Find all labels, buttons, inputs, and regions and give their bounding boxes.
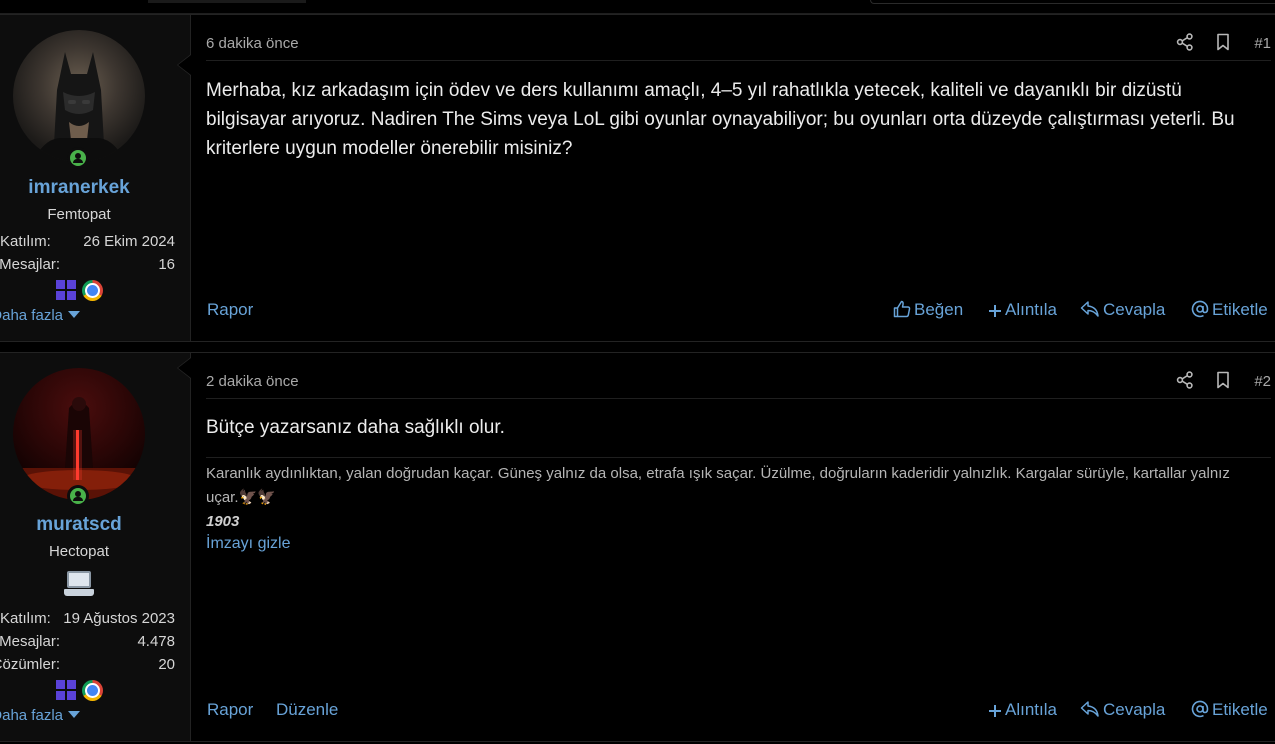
user-title: Hectopat [48, 543, 110, 560]
reply-label: Cevapla [1103, 700, 1166, 719]
stat-value: 20 [158, 656, 175, 673]
windows-icon [56, 680, 76, 700]
hide-signature-link[interactable]: İmzayı gizle [206, 535, 290, 553]
quote-label: Alıntıla [1005, 700, 1057, 719]
stat-value: 19 Ağustos 2023 [63, 610, 175, 627]
windows-icon [56, 280, 76, 300]
avatar-image [33, 52, 125, 162]
post-message: Bütçe yazarsanız daha sağlıklı olur. [206, 417, 505, 438]
share-icon[interactable] [1176, 33, 1194, 51]
top-tab-edge [148, 0, 306, 3]
reply-button[interactable]: Cevapla [1080, 300, 1165, 320]
post-date[interactable]: 2 dakika önce [206, 373, 299, 390]
user-title: Femtopat [47, 206, 111, 223]
post-1: imranerkek Femtopat Katılım: 26 Ekim 202… [0, 14, 1275, 342]
more-toggle[interactable]: Daha fazla [0, 307, 80, 324]
user-card: muratscd Hectopat Katılım: 19 Ağustos 20… [0, 353, 191, 741]
chrome-icon [82, 280, 103, 301]
more-label[interactable]: Daha fazla [0, 707, 63, 724]
avatar[interactable] [13, 368, 145, 500]
post-2: muratscd Hectopat Katılım: 19 Ağustos 20… [0, 352, 1275, 742]
stat-value: 16 [158, 256, 175, 273]
more-toggle[interactable]: Daha fazla [0, 707, 80, 724]
stat-value: 4.478 [137, 633, 175, 650]
at-icon [1191, 700, 1209, 718]
quote-label: Alıntıla [1005, 300, 1057, 319]
stat-value: 26 Ekim 2024 [83, 233, 175, 250]
quote-button[interactable]: Alıntıla [988, 300, 1057, 320]
caret-down-icon [68, 311, 80, 318]
quote-button[interactable]: Alıntıla [988, 700, 1057, 720]
header-divider [206, 60, 1271, 61]
reply-label: Cevapla [1103, 300, 1166, 319]
reply-icon [1080, 301, 1099, 317]
signature-divider [206, 457, 1271, 458]
caret-down-icon [68, 711, 80, 718]
online-status-icon [67, 147, 89, 169]
share-icon[interactable] [1176, 371, 1194, 389]
signature-text: Karanlık aydınlıktan, yalan doğrudan kaç… [206, 465, 1230, 506]
stat-label: Çözümler: [0, 656, 60, 673]
post-date[interactable]: 6 dakika önce [206, 35, 299, 52]
tag-label: Etiketle [1212, 300, 1268, 319]
stat-label: Mesajlar: [0, 633, 60, 650]
more-label[interactable]: Daha fazla [0, 307, 63, 324]
header-divider [206, 398, 1271, 399]
stat-label: Katılım: [0, 610, 51, 627]
report-link[interactable]: Rapor [207, 700, 253, 720]
user-card: imranerkek Femtopat Katılım: 26 Ekim 202… [0, 15, 191, 341]
post-content: 2 dakika önce #2 Bütçe yazarsanız daha s… [191, 353, 1275, 741]
at-icon [1191, 300, 1209, 318]
reply-icon [1080, 701, 1099, 717]
stat-label: Katılım: [0, 233, 51, 250]
top-bar [0, 0, 1275, 14]
report-link[interactable]: Rapor [207, 300, 253, 320]
stat-label: Mesajlar: [0, 256, 60, 273]
bookmark-icon[interactable] [1214, 371, 1232, 389]
avatar[interactable] [13, 30, 145, 162]
post-number[interactable]: #2 [1254, 373, 1271, 390]
avatar-image [13, 397, 145, 500]
plus-icon [989, 705, 1001, 717]
plus-icon [989, 305, 1001, 317]
post-number[interactable]: #1 [1254, 35, 1271, 52]
post-message: Merhaba, kız arkadaşım için ödev ve ders… [206, 80, 1235, 159]
online-status-icon [67, 485, 89, 507]
username[interactable]: imranerkek [0, 177, 158, 199]
tag-label: Etiketle [1212, 700, 1268, 719]
username[interactable]: muratscd [0, 514, 158, 536]
laptop-icon [64, 571, 94, 597]
top-search-edge [870, 0, 1275, 4]
edit-link[interactable]: Düzenle [276, 700, 338, 720]
user-arrow [178, 55, 191, 75]
bookmark-icon[interactable] [1214, 33, 1232, 51]
like-button[interactable]: Beğen [893, 300, 963, 320]
like-icon [893, 300, 911, 318]
post-content: 6 dakika önce #1 Merhaba, kız arkadaşım … [191, 15, 1275, 341]
signature-name: 1903 [206, 513, 240, 530]
like-label: Beğen [914, 300, 964, 319]
reply-button[interactable]: Cevapla [1080, 700, 1165, 720]
tag-button[interactable]: Etiketle [1191, 700, 1268, 720]
user-arrow [178, 358, 191, 378]
tag-button[interactable]: Etiketle [1191, 300, 1268, 320]
chrome-icon [82, 680, 103, 701]
